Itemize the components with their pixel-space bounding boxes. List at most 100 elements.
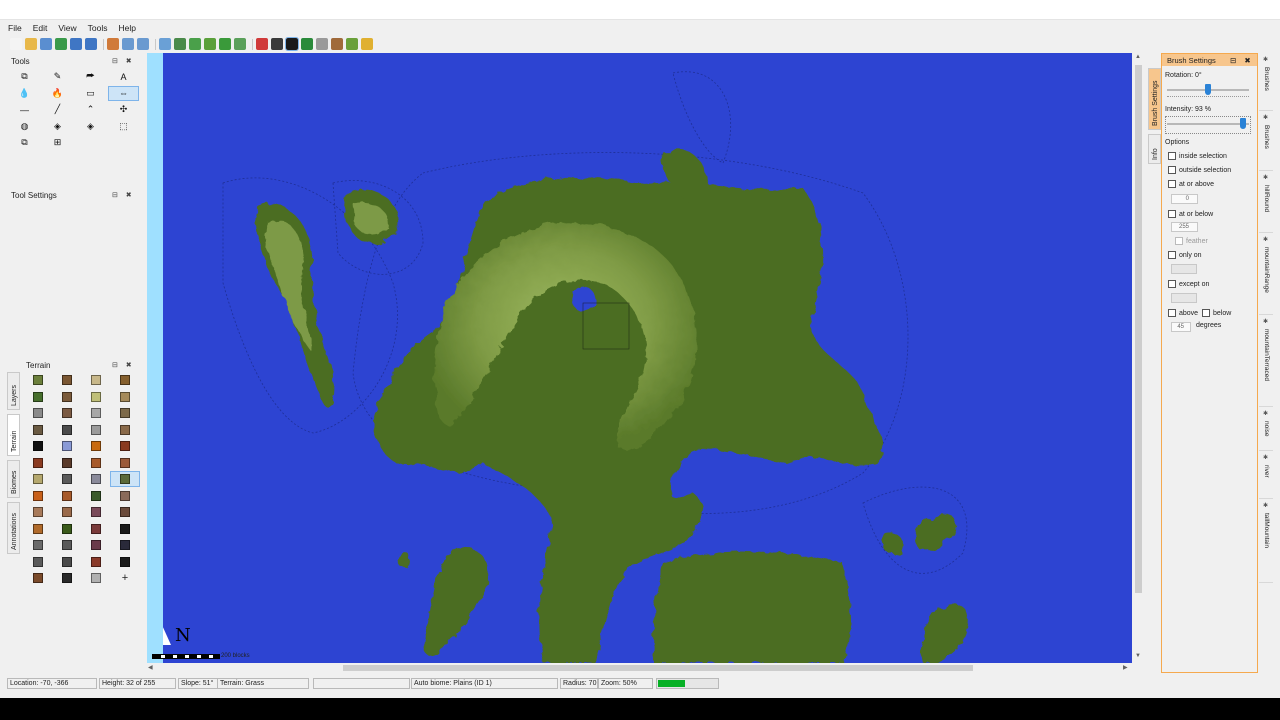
at-or-below-option[interactable]: at or below <box>1168 210 1213 218</box>
map-view[interactable]: N <box>163 53 1132 663</box>
terrain-swatch[interactable] <box>23 521 53 537</box>
terrain-swatch[interactable] <box>52 455 82 471</box>
terrain-swatch[interactable] <box>52 438 82 454</box>
brush-tab-mountainrange[interactable]: ✱ mountainRange <box>1259 233 1273 315</box>
sun-icon[interactable] <box>361 38 373 50</box>
terrain-swatch[interactable] <box>52 405 82 421</box>
grid-icon[interactable] <box>219 38 231 50</box>
tab-brush-settings[interactable]: Brush Settings <box>1148 68 1161 130</box>
at-or-below-checkbox[interactable] <box>1168 210 1176 218</box>
only-on-option[interactable]: only on <box>1168 251 1202 259</box>
terrain-swatch[interactable] <box>81 521 111 537</box>
set-spawn-tool-button[interactable]: ✣ <box>108 102 139 117</box>
terrain-swatch[interactable] <box>52 554 82 570</box>
tab-annotations[interactable]: Annotations <box>7 502 20 554</box>
add-icon[interactable] <box>204 38 216 50</box>
terrain-swatch[interactable] <box>23 471 53 487</box>
save-icon[interactable] <box>40 38 52 50</box>
water-tool-button[interactable]: 💧 <box>9 86 40 101</box>
only-on-select[interactable] <box>1171 264 1197 274</box>
brush-tab-noise[interactable]: ✱ noise <box>1259 407 1273 451</box>
below-checkbox[interactable] <box>1202 309 1210 317</box>
terrain-swatch[interactable] <box>52 570 82 586</box>
terrain-swatch[interactable] <box>81 372 111 388</box>
terrain-swatch[interactable] <box>110 455 140 471</box>
scroll-left-icon[interactable]: ◀ <box>148 664 153 671</box>
above-option[interactable]: above <box>1168 309 1198 317</box>
terrain-swatch[interactable] <box>23 438 53 454</box>
selection-tool-button[interactable]: ⬚ <box>108 119 139 134</box>
menu-view[interactable]: View <box>58 23 76 33</box>
flood-tool-button[interactable]: ⮫ <box>75 69 106 84</box>
brush-tab-mountainterraced[interactable]: ✱ mountainTerraced <box>1259 315 1273 407</box>
brush-settings-controls[interactable]: ⊟ ✖ <box>1230 56 1254 65</box>
terrain-swatch[interactable] <box>23 554 53 570</box>
target-icon[interactable] <box>285 37 299 51</box>
feather-checkbox[interactable] <box>1175 237 1183 245</box>
terrain-swatch[interactable] <box>23 504 53 520</box>
move-icon[interactable] <box>189 38 201 50</box>
terrain-swatch[interactable] <box>52 504 82 520</box>
scroll-down-icon[interactable]: ▼ <box>1135 653 1141 659</box>
zoom-in-icon[interactable] <box>107 38 119 50</box>
except-on-select[interactable] <box>1171 293 1197 303</box>
brush-tab-brushes[interactable]: ✱ Brushes <box>1259 111 1273 171</box>
biome-icon[interactable] <box>331 38 343 50</box>
terrain-swatch[interactable] <box>110 504 140 520</box>
except-on-option[interactable]: except on <box>1168 280 1209 288</box>
at-or-above-spinner[interactable]: 0 <box>1171 194 1198 204</box>
raise-pyramid-tool-button[interactable]: ◈ <box>42 119 73 134</box>
outside-selection-checkbox[interactable] <box>1168 166 1176 174</box>
only-on-checkbox[interactable] <box>1168 251 1176 259</box>
raise-rotate-tool-button[interactable]: ◈ <box>75 119 106 134</box>
sponge-tool-button[interactable]: ▭ <box>75 86 106 101</box>
terrain-swatch[interactable] <box>81 471 111 487</box>
intensity-slider-handle[interactable] <box>1240 118 1247 129</box>
undo-icon[interactable] <box>70 38 82 50</box>
new-icon[interactable] <box>10 38 22 50</box>
tab-biomes[interactable]: Biomes <box>7 460 20 498</box>
terrain-swatch[interactable] <box>81 438 111 454</box>
terrain-swatch[interactable] <box>81 405 111 421</box>
terrain-swatch[interactable] <box>81 504 111 520</box>
terrain-swatch[interactable] <box>23 570 53 586</box>
terrain-swatch[interactable] <box>110 554 140 570</box>
terrain-swatch[interactable] <box>52 521 82 537</box>
terrain-swatch[interactable] <box>52 389 82 405</box>
terrain-swatch[interactable] <box>52 471 82 487</box>
scroll-up-icon[interactable]: ▲ <box>1135 54 1141 60</box>
raise-mountain-tool-button[interactable]: ⌃ <box>75 102 106 117</box>
vertical-scroll-thumb[interactable] <box>1135 65 1142 593</box>
lava-tool-button[interactable]: 🔥 <box>42 86 73 101</box>
zoom-reset-icon[interactable] <box>122 38 134 50</box>
center-icon[interactable] <box>271 38 283 50</box>
view-icon[interactable] <box>316 38 328 50</box>
add-terrain-button[interactable]: + <box>110 570 140 586</box>
terrain-swatch[interactable] <box>52 372 82 388</box>
terrain-swatch[interactable] <box>81 455 111 471</box>
intensity-slider[interactable] <box>1167 123 1249 125</box>
tab-info[interactable]: Info <box>1148 134 1161 164</box>
terrain-swatch[interactable] <box>52 537 82 553</box>
terrain-swatch[interactable] <box>110 405 140 421</box>
inside-selection-checkbox[interactable] <box>1168 152 1176 160</box>
terrain-swatch[interactable] <box>110 422 140 438</box>
terrain-swatch[interactable] <box>81 570 111 586</box>
zoom-out-icon[interactable] <box>137 38 149 50</box>
copy-tool-button[interactable]: ⧉ <box>9 69 40 84</box>
at-or-above-checkbox[interactable] <box>1168 180 1176 188</box>
smooth-tool-button[interactable]: ╱ <box>42 102 73 117</box>
terrain-swatch[interactable] <box>81 488 111 504</box>
menu-tools[interactable]: Tools <box>88 23 108 33</box>
layers-icon[interactable] <box>301 38 313 50</box>
terrain-swatch[interactable] <box>110 521 140 537</box>
terrain-swatch[interactable] <box>110 372 140 388</box>
brush-tab-river[interactable]: ✱ river <box>1259 451 1273 499</box>
at-or-below-spinner[interactable]: 255 <box>1171 222 1198 232</box>
terrain-swatch[interactable] <box>81 554 111 570</box>
menu-help[interactable]: Help <box>118 23 135 33</box>
terrain-swatch[interactable] <box>110 488 140 504</box>
menu-file[interactable]: File <box>8 23 22 33</box>
terrain-swatch[interactable] <box>52 488 82 504</box>
degrees-spinner[interactable]: 45 <box>1171 322 1191 332</box>
